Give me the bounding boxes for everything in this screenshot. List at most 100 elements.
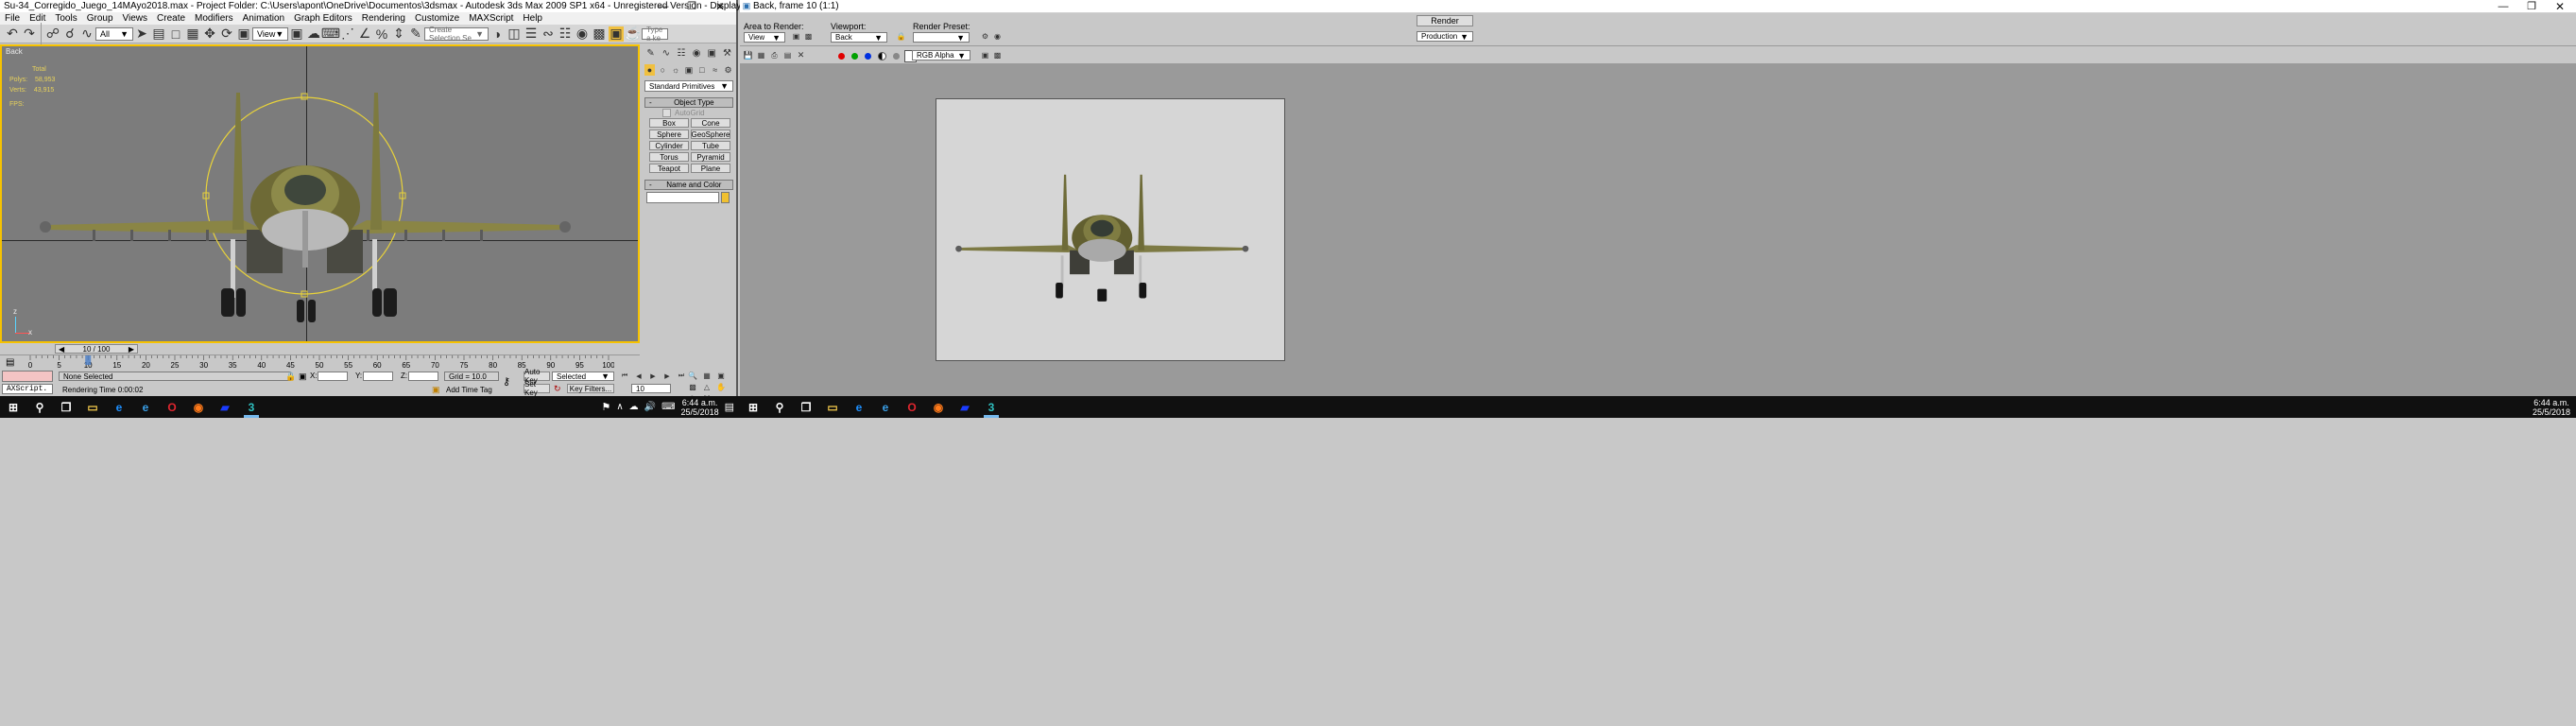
utilities-tab-icon[interactable]: ⚒ <box>721 46 733 60</box>
select-by-name-icon[interactable]: ▤ <box>151 26 166 42</box>
modify-tab-icon[interactable]: ∿ <box>660 46 672 60</box>
plane-button[interactable]: Plane <box>691 164 730 173</box>
ie-icon[interactable]: e <box>132 396 159 418</box>
create-tab-icon[interactable]: ✎ <box>644 46 657 60</box>
zoom-extents-icon[interactable]: ▣ <box>715 371 727 381</box>
time-slider-prev-icon[interactable]: ◀ <box>56 345 67 354</box>
3dsmax-icon[interactable]: 3 <box>978 396 1005 418</box>
lock-viewport-icon[interactable]: 🔒 <box>896 31 906 42</box>
rendered-image[interactable] <box>936 98 1285 361</box>
z-coord-input[interactable] <box>408 372 438 381</box>
y-coord-input[interactable] <box>363 372 393 381</box>
percent-snap-icon[interactable]: % <box>374 26 389 42</box>
menu-help[interactable]: Help <box>518 13 547 24</box>
x-coord-input[interactable] <box>318 372 348 381</box>
move-icon[interactable]: ✥ <box>202 26 217 42</box>
render-preset-dropdown[interactable]: ▼ <box>913 32 970 43</box>
geosphere-button[interactable]: GeoSphere <box>691 130 730 139</box>
quick-render-icon[interactable]: ☕ <box>625 26 641 42</box>
opera-icon[interactable]: O <box>899 396 925 418</box>
ie-icon[interactable]: e <box>872 396 899 418</box>
task-view-icon[interactable]: ❐ <box>793 396 819 418</box>
search-icon[interactable]: ⚲ <box>26 396 53 418</box>
menu-tools[interactable]: Tools <box>50 13 81 24</box>
task-view-icon[interactable]: ❐ <box>53 396 79 418</box>
taskbar-right-clock[interactable]: 6:44 a.m. 25/5/2018 <box>2533 398 2570 417</box>
edge-icon[interactable]: e <box>106 396 132 418</box>
angle-snap-icon[interactable]: ∠ <box>357 26 372 42</box>
schematic-view-icon[interactable]: ☷ <box>558 26 573 42</box>
select-link-icon[interactable]: ☍ <box>45 26 60 42</box>
minimize-icon[interactable]: — <box>649 0 678 12</box>
track-bar-menu-icon[interactable]: ▤ <box>6 357 14 368</box>
print-icon[interactable]: ▤ <box>782 50 793 60</box>
keyboard-shortcut-icon[interactable]: ⌨ <box>321 26 340 42</box>
firefox-icon[interactable]: ◉ <box>185 396 212 418</box>
menu-create[interactable]: Create <box>152 13 190 24</box>
keyboard-search-input[interactable]: Type a ke <box>642 26 668 43</box>
snaps-toggle-icon[interactable]: ⋰ <box>340 26 355 42</box>
material-editor-icon[interactable]: ◉ <box>575 26 590 42</box>
motion-tab-icon[interactable]: ◉ <box>691 46 703 60</box>
cameras-icon[interactable]: ▣ <box>684 64 695 76</box>
select-object-icon[interactable]: ➤ <box>134 26 149 42</box>
rotate-icon[interactable]: ⟳ <box>219 26 234 42</box>
edit-named-selection-icon[interactable]: ✎ <box>408 26 423 42</box>
current-frame-input[interactable]: 10 <box>631 384 671 393</box>
green-channel-icon[interactable] <box>851 53 858 60</box>
tray-overflow-icon[interactable]: ∧ <box>616 402 623 412</box>
hierarchy-tab-icon[interactable]: ☷ <box>675 46 687 60</box>
select-manipulate-icon[interactable]: ☁ <box>306 26 321 42</box>
window-crossing-icon[interactable]: ▦ <box>185 26 200 42</box>
pyramid-button[interactable]: Pyramid <box>691 152 730 162</box>
save-image-icon[interactable]: 💾 <box>743 50 753 60</box>
add-time-tag[interactable]: Add Time Tag <box>446 386 492 394</box>
3dsmax-icon[interactable]: 3 <box>238 396 265 418</box>
menu-edit[interactable]: Edit <box>25 13 50 24</box>
redo-icon[interactable]: ↷ <box>22 26 37 42</box>
absolute-mode-icon[interactable]: ▣ <box>299 372 307 382</box>
maxscript-listener-top[interactable] <box>2 371 53 382</box>
back-viewport[interactable]: Back Total Polys: 58,953 Verts: 43,915 F… <box>0 44 640 343</box>
box-button[interactable]: Box <box>649 118 689 128</box>
object-color-swatch[interactable] <box>721 192 730 203</box>
restore-icon[interactable]: ❐ <box>678 0 706 12</box>
mono-channel-icon[interactable] <box>893 53 900 60</box>
red-channel-icon[interactable] <box>838 53 845 60</box>
play-icon[interactable]: ▶ <box>647 371 659 381</box>
menu-maxscript[interactable]: MAXScript <box>464 13 518 24</box>
cylinder-button[interactable]: Cylinder <box>649 141 689 150</box>
menu-modifiers[interactable]: Modifiers <box>190 13 238 24</box>
pivot-center-icon[interactable]: ▣ <box>289 26 304 42</box>
alpha-channel-icon[interactable] <box>878 52 886 60</box>
menu-group[interactable]: Group <box>82 13 118 24</box>
teapot-button[interactable]: Teapot <box>649 164 689 173</box>
area-to-render-dropdown[interactable]: View ▼ <box>744 32 785 43</box>
taskbar-left-clock[interactable]: 6:44 a.m. 25/5/2018 <box>681 398 719 417</box>
selection-filter-dropdown[interactable]: All ▼ <box>95 26 133 41</box>
render-button[interactable]: Render <box>1417 15 1473 26</box>
render-setup-icon-2[interactable]: ⚙ <box>980 31 990 42</box>
render-minimize-icon[interactable]: — <box>2489 0 2517 12</box>
time-slider-next-icon[interactable]: ▶ <box>126 345 137 354</box>
zoom-icon[interactable]: 🔍 <box>687 371 698 381</box>
unlink-icon[interactable]: ☌ <box>62 26 77 42</box>
render-setup-icon[interactable]: ▩ <box>592 26 607 42</box>
menu-views[interactable]: Views <box>118 13 153 24</box>
clear-icon[interactable]: ✕ <box>796 50 806 60</box>
key-filters-button[interactable]: Key Filters... <box>567 384 614 393</box>
edit-region-icon[interactable]: ▣ <box>791 31 801 42</box>
set-key-button[interactable]: Set Key <box>524 380 550 397</box>
pan-icon[interactable]: ✋ <box>715 382 727 392</box>
toggle-ui-icon[interactable]: ▩ <box>992 50 1003 60</box>
undo-icon[interactable]: ↶ <box>5 26 20 42</box>
toggle-ui-overlay-icon[interactable]: ▣ <box>980 50 990 60</box>
key-mode-dropdown[interactable]: Selected ▼ <box>552 372 614 381</box>
print-image-icon[interactable]: ⎙ <box>769 50 780 60</box>
rendered-frame-window-icon[interactable]: ▣ <box>609 26 624 42</box>
edge-icon[interactable]: e <box>846 396 872 418</box>
blue-channel-icon[interactable] <box>865 53 871 60</box>
volume-icon[interactable]: 🔊 <box>644 402 656 412</box>
previous-frame-icon[interactable]: ◀ <box>633 371 644 381</box>
rectangular-selection-icon[interactable]: □ <box>168 26 183 42</box>
